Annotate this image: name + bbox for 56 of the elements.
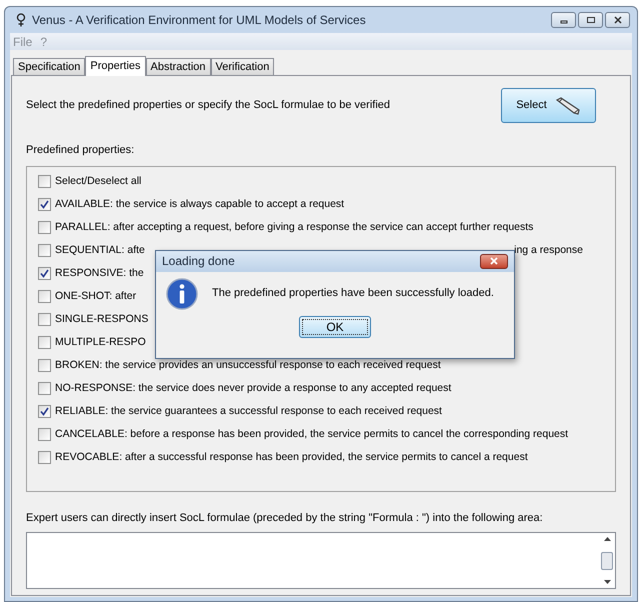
- formula-text-area[interactable]: [26, 532, 616, 589]
- ok-button[interactable]: OK: [299, 316, 371, 338]
- property-label: ing a response: [514, 242, 583, 258]
- close-icon: [489, 257, 499, 265]
- instruction-text: Select the predefined properties or specify the SocL formulae to be verified: [26, 98, 390, 114]
- property-label: Select/Deselect all: [55, 174, 142, 189]
- venus-symbol-icon: [16, 13, 26, 27]
- tab[interactable]: Abstraction: [146, 58, 211, 75]
- property-label: REVOCABLE: after a successful response has been provided, the service permits to cancel a request: [55, 450, 528, 465]
- check-icon: [40, 200, 49, 209]
- property-label: AVAILABLE: the service is always capable to accept a request: [55, 196, 344, 212]
- property-label: ONE-SHOT: after: [55, 288, 136, 304]
- info-icon: [166, 278, 198, 310]
- scroll-thumb[interactable]: [601, 552, 613, 570]
- property-label: PARALLEL: after accepting a request, before giving a response the service can accept further requests: [55, 220, 534, 235]
- window-title: Venus - A Verification Environment for UML Models of Services: [32, 12, 366, 29]
- check-icon: [40, 407, 49, 416]
- checkbox[interactable]: [38, 290, 51, 303]
- minimize-button[interactable]: [551, 12, 576, 28]
- pencil-icon: [554, 96, 581, 114]
- checkbox[interactable]: [38, 198, 51, 211]
- property-label: CANCELABLE: before a response has been provided, the service permits to cancel the corresponding request: [55, 426, 568, 442]
- property-label: NO-RESPONSE: the service does never provide a response to any accepted request: [55, 380, 452, 396]
- property-label: SEQUENTIAL: afte: [55, 242, 145, 258]
- predefined-label: Predefined properties:: [26, 143, 136, 158]
- tab[interactable]: Specification: [13, 58, 86, 75]
- close-icon: [612, 16, 622, 24]
- checkbox[interactable]: [38, 382, 51, 395]
- close-button[interactable]: [480, 254, 508, 268]
- expert-label: Expert users can directly insert SocL formulae (preceded by the string "Formula : ") into the following area:: [26, 510, 544, 526]
- tab[interactable]: Properties: [85, 56, 146, 76]
- checkbox[interactable]: [38, 336, 51, 349]
- checkbox[interactable]: [38, 451, 51, 464]
- dialog-title: Loading done: [162, 253, 235, 270]
- tab[interactable]: Verification: [210, 58, 274, 75]
- property-label: SINGLE-RESPONS: [55, 312, 148, 327]
- checkbox[interactable]: [38, 244, 51, 257]
- checkbox[interactable]: [38, 405, 51, 418]
- checkbox[interactable]: [38, 267, 51, 280]
- property-label: RESPONSIVE: the: [55, 266, 144, 281]
- check-icon: [40, 269, 49, 278]
- checkbox[interactable]: [38, 221, 51, 234]
- close-button[interactable]: [605, 12, 630, 28]
- select-button[interactable]: Select: [501, 88, 596, 123]
- down-arrow-icon: [604, 580, 610, 584]
- checkbox[interactable]: [38, 313, 51, 326]
- checkbox[interactable]: [38, 359, 51, 372]
- property-label: MULTIPLE-RESPO: [55, 334, 146, 350]
- maximize-button[interactable]: [578, 12, 603, 28]
- dialog-message: The predefined properties have been successfully loaded.: [212, 286, 494, 302]
- property-label: RELIABLE: the service guarantees a successful response to each received request: [55, 404, 442, 419]
- up-arrow-icon: [604, 537, 610, 541]
- property-label: BROKEN: the service provides an unsuccessful response to each received request: [55, 358, 441, 373]
- checkbox[interactable]: [38, 175, 51, 188]
- checkbox[interactable]: [38, 428, 51, 441]
- maximize-icon: [586, 16, 596, 24]
